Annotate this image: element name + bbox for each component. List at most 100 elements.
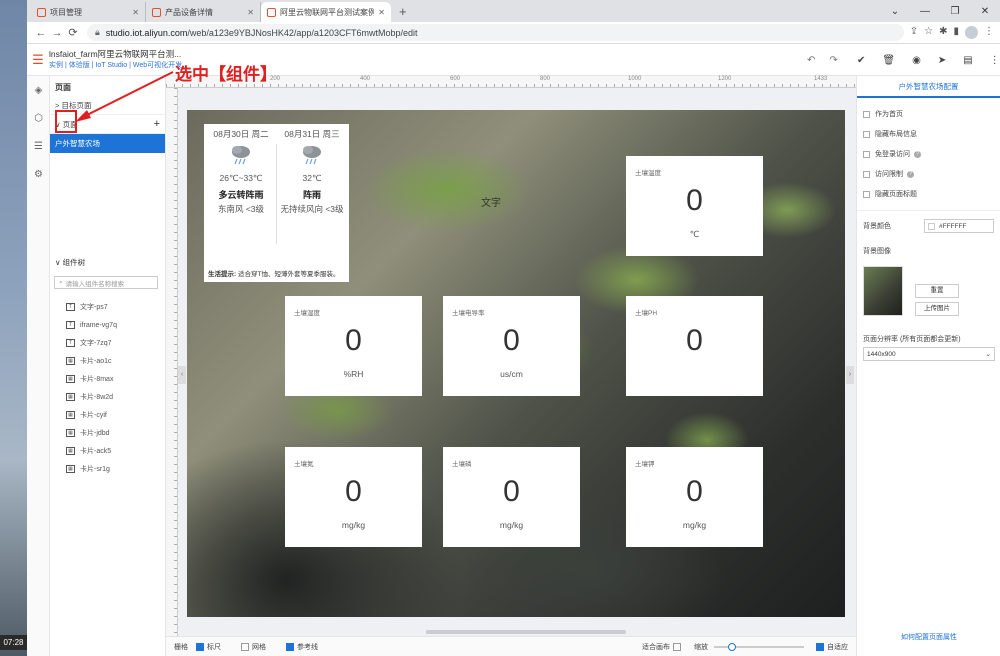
close-window-icon[interactable]: ✕	[970, 6, 1000, 17]
new-tab-button[interactable]: +	[391, 2, 415, 22]
list-item[interactable]: ▦ 卡片-sr1g	[66, 460, 117, 478]
selected-page-item[interactable]: 户外智慧农场	[50, 134, 165, 153]
auto-fit-checkbox[interactable]	[816, 642, 824, 651]
component-cube-icon[interactable]: ⬡	[27, 104, 50, 132]
redo-icon[interactable]: ↷	[829, 55, 837, 66]
card-soil-phosphorus[interactable]: 土壤磷 0 mg/kg	[443, 447, 580, 547]
weather-iframe[interactable]: 08月30日 周二 26℃~33℃ 多云转阵雨 东南风 <3级 08月31日 周…	[204, 124, 349, 282]
sidebar-icon[interactable]: ▮	[953, 26, 959, 39]
rain-cloud-icon	[303, 146, 321, 165]
bg-image-label: 背景图像	[863, 248, 891, 255]
option-no-login[interactable]: 免登录访问?	[857, 144, 1000, 164]
help-icon[interactable]: ?	[914, 150, 921, 158]
text-component-icon: T	[66, 303, 75, 311]
minimize-icon[interactable]: —	[910, 6, 940, 17]
text-component[interactable]: 文字	[481, 194, 501, 209]
checkbox[interactable]	[863, 130, 870, 138]
component-search-input[interactable]: ⌕ 请输入组件名称搜索	[54, 276, 158, 289]
list-item[interactable]: ▦ 卡片-ao1c	[66, 352, 117, 370]
close-tab-icon[interactable]: ✕	[132, 8, 139, 17]
save-check-icon[interactable]: ✔	[857, 55, 865, 66]
delete-icon[interactable]: 🗑︎	[882, 55, 895, 66]
list-item[interactable]: T 文字-7zq7	[66, 334, 117, 352]
resolution-label: 页面分辨率 (所有页面都会更新)	[863, 336, 961, 343]
preview-eye-icon[interactable]: ◉	[912, 55, 921, 66]
checkbox[interactable]	[863, 110, 870, 118]
tab-search-icon[interactable]: ⌄	[880, 6, 910, 17]
list-item[interactable]: ▦ 卡片-cyif	[66, 406, 117, 424]
ruler-checkbox[interactable]	[196, 642, 204, 651]
address-bar: ← → ⟳ 🔒︎ studio.iot.aliyun.com/web/a123e…	[27, 22, 1000, 44]
collapse-left-icon[interactable]: ‹	[178, 366, 186, 384]
option-access-limit[interactable]: 访问限制?	[857, 164, 1000, 184]
left-icon-rail: ◈ ⬡ ☰ ⚙	[27, 76, 50, 656]
page-stage[interactable]: 文字 08月30日 周二 26℃~33℃ 多云转阵雨 东南风 <3级 08月31…	[187, 110, 845, 617]
bookmark-star-icon[interactable]: ☆	[924, 26, 933, 39]
list-item[interactable]: ▦ 卡片-8max	[66, 370, 117, 388]
list-item[interactable]: T 文字-ps7	[66, 298, 117, 316]
chevron-down-icon: ⌄	[985, 351, 991, 358]
help-icon[interactable]: ?	[907, 170, 914, 178]
checkbox[interactable]	[863, 150, 870, 158]
card-component-icon: ▦	[66, 447, 75, 455]
list-item[interactable]: ▦ 卡片-8w2d	[66, 388, 117, 406]
card-soil-conductivity[interactable]: 土壤电导率 0 us/cm	[443, 296, 580, 396]
more-icon[interactable]: ⋮	[990, 55, 1000, 66]
option-homepage[interactable]: 作为首页	[857, 104, 1000, 124]
extensions-icon[interactable]: ✱	[939, 26, 947, 39]
card-component-icon: ▦	[66, 411, 75, 419]
checkbox[interactable]	[863, 190, 870, 198]
card-soil-potassium[interactable]: 土壤钾 0 mg/kg	[626, 447, 763, 547]
share-icon[interactable]: ⇪	[910, 26, 918, 39]
hamburger-menu-icon[interactable]: ☰	[27, 52, 49, 68]
card-soil-nitrogen[interactable]: 土壤氮 0 mg/kg	[285, 447, 422, 547]
guides-checkbox[interactable]	[286, 642, 294, 651]
mesh-checkbox[interactable]	[241, 642, 249, 651]
color-swatch[interactable]	[928, 222, 935, 230]
component-tree-heading[interactable]: ∨ 组件树	[55, 257, 85, 268]
profile-avatar[interactable]	[965, 26, 978, 39]
close-tab-icon[interactable]: ✕	[247, 8, 254, 17]
publish-send-icon[interactable]: ➤	[938, 55, 946, 66]
tab-bar: 项目管理 ✕ 产品设备详情 ✕ 阿里云物联网平台测试案例 ✕ + ⌄ — ❐ ✕	[27, 0, 1000, 22]
document-icon[interactable]: ▤	[963, 55, 972, 66]
back-icon[interactable]: ←	[33, 27, 49, 39]
data-source-icon[interactable]: ☰	[27, 132, 50, 160]
list-item[interactable]: ▦ 卡片-jdbd	[66, 424, 117, 442]
card-component-icon: ▦	[66, 465, 75, 473]
tab-project[interactable]: 项目管理 ✕	[31, 2, 146, 22]
resolution-select[interactable]: 1440x900 ⌄	[863, 347, 995, 361]
help-link[interactable]: 如何配置页面属性	[857, 632, 1000, 642]
tab-device[interactable]: 产品设备详情 ✕	[146, 2, 261, 22]
undo-icon[interactable]: ↶	[807, 55, 815, 66]
fit-canvas-checkbox[interactable]	[673, 642, 681, 651]
taskbar-clock: 07:28	[0, 635, 27, 650]
card-soil-humidity[interactable]: 土壤湿度 0 %RH	[285, 296, 422, 396]
collapse-right-icon[interactable]: ›	[846, 366, 854, 384]
zoom-slider[interactable]	[714, 642, 804, 651]
forward-icon[interactable]: →	[49, 27, 65, 39]
reload-icon[interactable]: ⟳	[65, 26, 81, 39]
list-item[interactable]: ▦ 卡片-ack5	[66, 442, 117, 460]
option-hide-title[interactable]: 隐藏页面标题	[857, 184, 1000, 204]
option-hide-layout[interactable]: 隐藏布局信息	[857, 124, 1000, 144]
url-field[interactable]: 🔒︎ studio.iot.aliyun.com/web/a123e9YBJNo…	[87, 24, 904, 41]
tab-page-config[interactable]: 户外智慧农场配置	[857, 76, 1000, 98]
maximize-icon[interactable]: ❐	[940, 6, 970, 17]
browser-window: 项目管理 ✕ 产品设备详情 ✕ 阿里云物联网平台测试案例 ✕ + ⌄ — ❐ ✕ ← …	[27, 0, 1000, 656]
card-soil-ph[interactable]: 土壤PH 0	[626, 296, 763, 396]
card-soil-temperature[interactable]: 土壤温度 0 ℃	[626, 156, 763, 256]
close-tab-icon[interactable]: ✕	[378, 8, 385, 17]
zoom-slider-handle[interactable]	[728, 642, 736, 651]
list-item[interactable]: Tiframe-vg7q	[66, 316, 117, 334]
tab-studio[interactable]: 阿里云物联网平台测试案例 ✕	[261, 2, 391, 22]
reset-button[interactable]: 重置	[915, 284, 959, 298]
pages-layer-icon[interactable]: ◈	[27, 76, 50, 104]
bg-color-input[interactable]: #FFFFFF	[924, 219, 994, 233]
settings-gear-icon[interactable]: ⚙	[27, 160, 50, 188]
upload-image-button[interactable]: 上传图片	[915, 302, 959, 316]
horizontal-scrollbar[interactable]	[426, 630, 626, 634]
card-component-icon: ▦	[66, 357, 75, 365]
menu-dots-icon[interactable]: ⋮	[984, 26, 994, 39]
checkbox[interactable]	[863, 170, 870, 178]
